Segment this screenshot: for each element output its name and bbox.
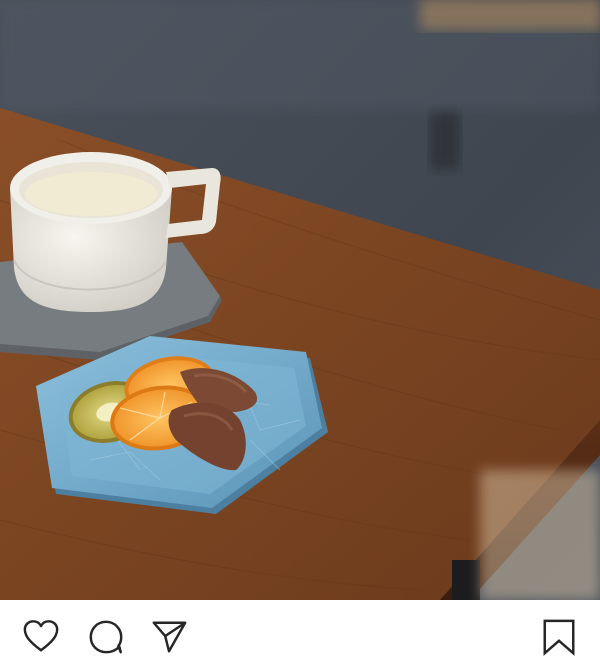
bookmark-icon[interactable]	[540, 618, 578, 656]
background-handle	[430, 110, 460, 170]
post-photo[interactable]	[0, 0, 600, 600]
speech-bubble-icon[interactable]	[87, 618, 125, 656]
post-action-bar	[0, 600, 600, 669]
paper-plane-icon[interactable]	[150, 618, 188, 656]
table-leg	[452, 560, 480, 600]
heart-icon[interactable]	[22, 618, 60, 656]
